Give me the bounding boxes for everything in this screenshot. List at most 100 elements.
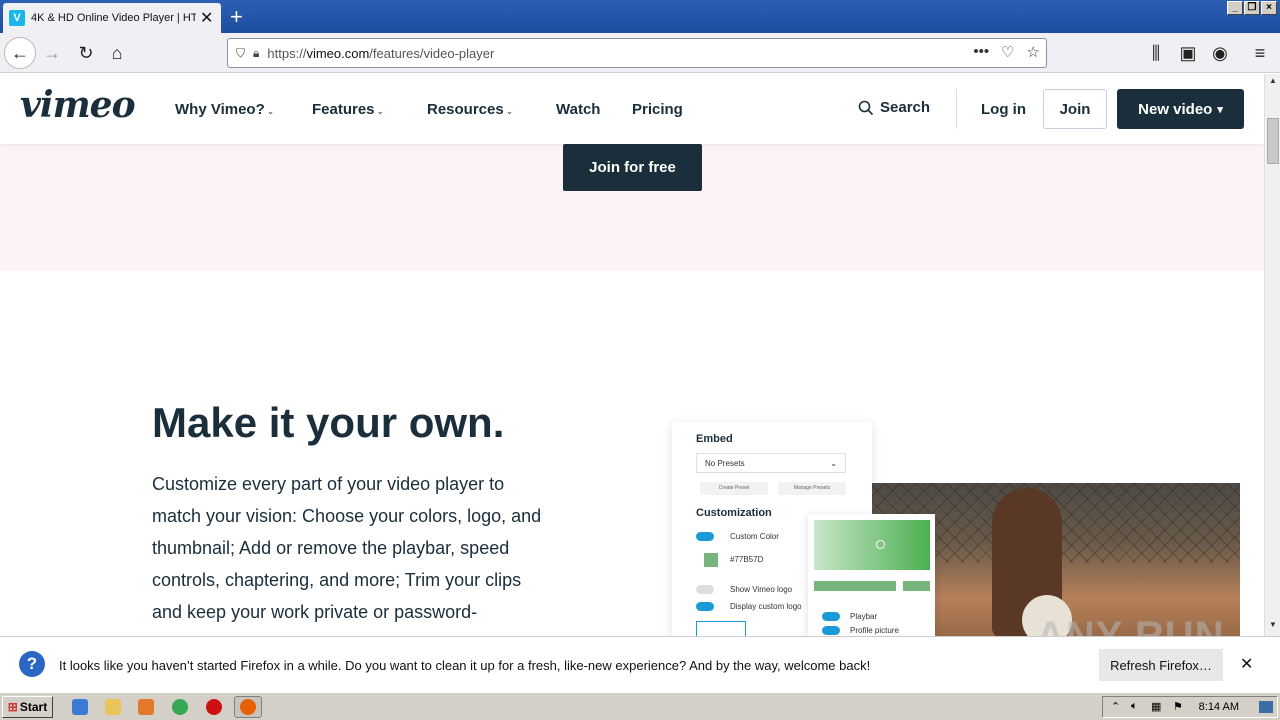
- vimeo-logo[interactable]: vimeo: [20, 84, 136, 126]
- search-label: Search: [880, 99, 931, 116]
- vimeo-favicon-icon: V: [9, 10, 25, 26]
- join-button[interactable]: Join: [1043, 89, 1107, 129]
- tab-close-icon[interactable]: ✕: [200, 8, 213, 28]
- header-divider: [956, 89, 957, 129]
- hamburger-menu-icon[interactable]: ≡: [1246, 39, 1274, 67]
- lock-icon[interactable]: 🔒︎: [253, 46, 259, 61]
- url-actions: ••• ♡ ☆: [973, 43, 1040, 61]
- sidebar-icon[interactable]: ▣: [1174, 39, 1202, 67]
- login-link[interactable]: Log in: [981, 101, 1026, 118]
- windows-logo-icon: ⊞: [7, 700, 18, 714]
- preset-select: No Presets ⌄: [696, 453, 846, 473]
- library-icon[interactable]: ⫼: [1142, 39, 1170, 67]
- search-button[interactable]: Search: [858, 99, 930, 116]
- nav-resources[interactable]: Resources ⌄: [427, 101, 513, 118]
- ie-icon[interactable]: [72, 699, 88, 715]
- desktop-icon[interactable]: [1259, 701, 1273, 713]
- hue-bar: [814, 581, 896, 591]
- join-for-free-button[interactable]: Join for free: [563, 144, 702, 191]
- nav-pricing[interactable]: Pricing: [632, 101, 683, 118]
- scroll-up-icon[interactable]: ▲: [1267, 76, 1279, 88]
- customization-title: Customization: [696, 507, 772, 519]
- media-player-icon[interactable]: [138, 699, 154, 715]
- bookmark-star-icon[interactable]: ☆: [1027, 43, 1040, 61]
- site-header: vimeo Why Vimeo? ⌄ Features ⌄ Resources ⌄ W…: [0, 74, 1264, 144]
- page-scrollbar[interactable]: ▲ ▼: [1264, 74, 1280, 636]
- nav-why-vimeo[interactable]: Why Vimeo? ⌄: [175, 101, 274, 118]
- firefox-notification-bar: ? It looks like you haven’t started Fire…: [0, 636, 1280, 692]
- tab-title: 4K & HD Online Video Player | HTML5 Play…: [31, 12, 196, 24]
- start-button[interactable]: ⊞ Start: [2, 696, 53, 718]
- custom-color-label: Custom Color: [730, 532, 779, 541]
- url-bar[interactable]: ⛉ 🔒︎ https://vimeo.com/features/video-pl…: [227, 38, 1047, 68]
- toggle-icon: [696, 532, 714, 541]
- window-controls: _ ❐ ×: [1227, 1, 1277, 15]
- chevron-down-icon: ⌄: [376, 106, 385, 116]
- reload-icon[interactable]: ↻: [72, 39, 100, 67]
- start-label: Start: [19, 700, 48, 714]
- section-paragraph: Customize every part of your video playe…: [152, 474, 542, 636]
- account-icon[interactable]: ◉: [1206, 39, 1234, 67]
- flag-icon[interactable]: ⚑: [1173, 700, 1183, 713]
- new-tab-icon[interactable]: +: [230, 4, 243, 30]
- show-logo-label: Show Vimeo logo: [730, 585, 793, 594]
- color-swatch: [704, 553, 718, 567]
- chevron-down-icon: ⌄: [505, 106, 514, 116]
- url-text: https://vimeo.com/features/video-player: [267, 45, 495, 61]
- scroll-down-icon[interactable]: ▼: [1267, 620, 1279, 632]
- chevron-down-icon: ▾: [1217, 103, 1223, 116]
- toggle-icon: [822, 612, 840, 621]
- forward-arrow-icon[interactable]: →: [38, 39, 66, 67]
- notification-close-icon[interactable]: ✕: [1240, 654, 1253, 674]
- refresh-firefox-button[interactable]: Refresh Firefox…: [1099, 649, 1223, 681]
- profile-picture-label: Profile picture: [850, 626, 899, 635]
- notification-text: It looks like you haven’t started Firefo…: [59, 658, 871, 673]
- home-icon[interactable]: ⌂: [103, 39, 131, 67]
- explorer-icon[interactable]: [105, 699, 121, 715]
- new-video-button[interactable]: New video ▾: [1117, 89, 1244, 129]
- nav-watch[interactable]: Watch: [556, 101, 600, 118]
- pocket-icon[interactable]: ♡: [1001, 43, 1014, 61]
- section-heading: Make it your own.: [152, 399, 505, 446]
- firefox-taskbar-button[interactable]: [234, 696, 262, 718]
- back-arrow-icon[interactable]: ←: [4, 37, 36, 69]
- playbar-label: Playbar: [850, 612, 878, 621]
- toggle-icon: [696, 602, 714, 611]
- manage-presets-button: Manage Presets: [778, 482, 846, 495]
- embed-title: Embed: [696, 433, 733, 445]
- color-picker-panel: Playbar Profile picture: [808, 514, 935, 636]
- volume-icon[interactable]: 🔈︎: [1131, 700, 1138, 713]
- network-icon[interactable]: ▦: [1151, 700, 1161, 713]
- tray-expand-icon[interactable]: ⌃: [1111, 700, 1120, 713]
- minimize-icon[interactable]: _: [1227, 1, 1243, 15]
- color-hex-label: #77B57D: [730, 555, 764, 564]
- chevron-down-icon: ⌄: [266, 106, 275, 116]
- tracking-shield-icon[interactable]: ⛉: [236, 46, 245, 61]
- firefox-icon: [240, 699, 256, 715]
- search-icon: [858, 100, 874, 115]
- window-titlebar: V 4K & HD Online Video Player | HTML5 Pl…: [0, 0, 1280, 33]
- toggle-icon: [822, 626, 840, 635]
- color-handle: [876, 540, 885, 549]
- anyrun-watermark: ANY RUN: [1036, 614, 1225, 636]
- question-icon: ?: [19, 651, 45, 677]
- chrome-icon[interactable]: [172, 699, 188, 715]
- display-logo-label: Display custom logo: [730, 602, 802, 611]
- new-video-label: New video: [1138, 100, 1213, 118]
- toggle-icon: [696, 585, 714, 594]
- window-close-icon[interactable]: ×: [1261, 1, 1277, 15]
- browser-toolbar: ← → ↻ ⌂ ⛉ 🔒︎ https://vimeo.com/features/…: [0, 33, 1280, 73]
- nav-features[interactable]: Features ⌄: [312, 101, 384, 118]
- scroll-thumb[interactable]: [1267, 118, 1279, 164]
- browser-tab[interactable]: V 4K & HD Online Video Player | HTML5 Pl…: [3, 3, 221, 33]
- taskbar-clock: 8:14 AM: [1198, 701, 1239, 713]
- opera-icon[interactable]: [206, 699, 222, 715]
- restore-icon[interactable]: ❐: [1244, 1, 1260, 15]
- logo-preview: [696, 621, 746, 636]
- alpha-bar: [903, 581, 930, 591]
- windows-taskbar: ⊞ Start ⌃ 🔈︎ ▦ ⚑ 8:14 AM: [0, 692, 1280, 720]
- web-page: vimeo Why Vimeo? ⌄ Features ⌄ Resources ⌄ W…: [0, 74, 1264, 636]
- page-actions-icon[interactable]: •••: [973, 43, 989, 61]
- system-tray: ⌃ 🔈︎ ▦ ⚑ 8:14 AM: [1102, 696, 1278, 718]
- color-gradient: [814, 520, 930, 570]
